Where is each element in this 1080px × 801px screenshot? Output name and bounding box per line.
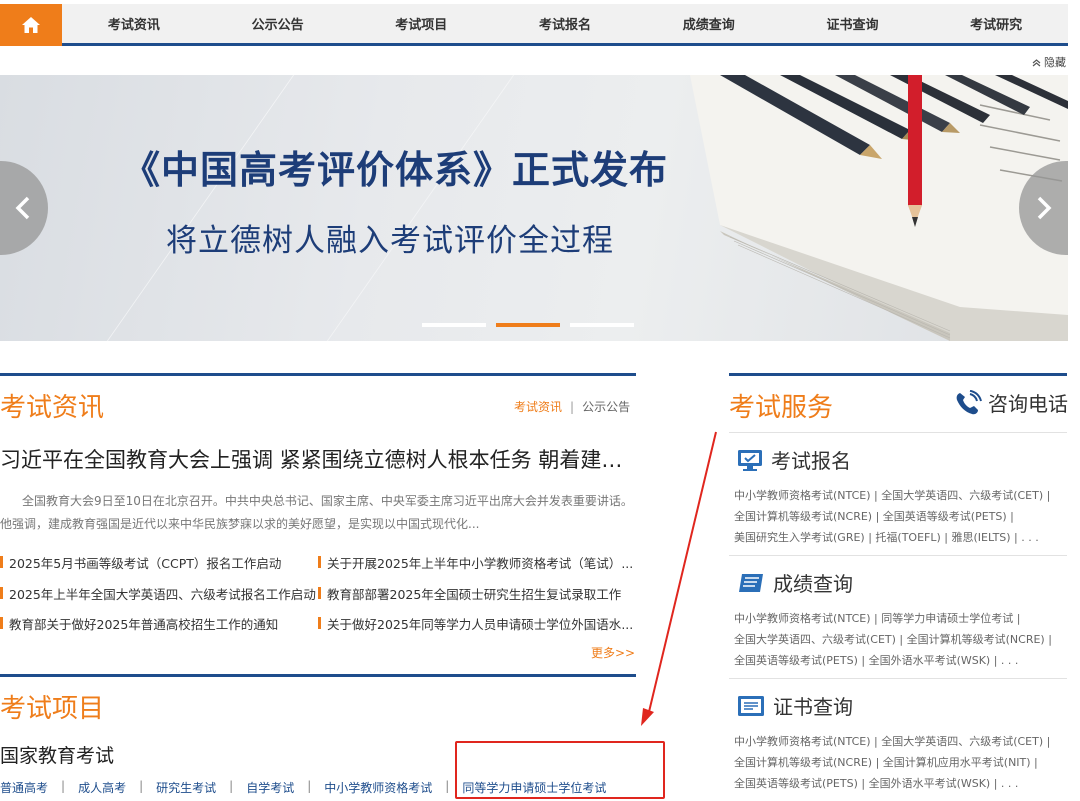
home-icon	[22, 17, 40, 33]
slide-dot-1[interactable]	[422, 323, 486, 327]
service-block-score-query: 成绩查询 中小学教师资格考试(NTCE) | 同等学力申请硕士学位考试 | 全国…	[729, 555, 1067, 677]
service-title: 考试报名	[771, 449, 851, 473]
chevron-left-icon	[15, 196, 30, 220]
news-item[interactable]: 教育部部署2025年全国硕士研究生招生复试录取工作	[318, 584, 621, 603]
top-nav: 考试资讯 公示公告 考试项目 考试报名 成绩查询 证书查询 考试研究	[0, 4, 1068, 46]
category-title: 国家教育考试	[0, 745, 115, 767]
certificate-icon	[738, 695, 764, 716]
banner-subtitle: 将立德树人融入考试评价全过程	[166, 223, 614, 259]
slide-dot-2[interactable]	[496, 323, 560, 327]
page: 考试资讯 公示公告 考试项目 考试报名 成绩查询 证书查询 考试研究 隐藏 《中…	[0, 0, 1080, 801]
service-block-registration: 考试报名 中小学教师资格考试(NTCE) | 全国大学英语四、六级考试(CET)…	[729, 432, 1067, 554]
tab-exam-news[interactable]: 考试资讯	[514, 400, 562, 414]
chevron-right-icon	[1037, 196, 1052, 220]
service-section-title: 考试服务	[729, 393, 834, 423]
nav-item-announcements[interactable]: 公示公告	[206, 4, 350, 43]
annotation-highlight-box	[455, 741, 665, 799]
link-self-study-exam[interactable]: 自学考试	[246, 779, 294, 796]
service-line[interactable]: 全国英语等级考试(PETS) | 全国外语水平考试(WSK) | . . .	[734, 650, 1064, 671]
monitor-icon	[738, 449, 762, 471]
hero-banner[interactable]: 《中国高考评价体系》正式发布 将立德树人融入考试评价全过程	[0, 75, 1068, 341]
projects-section-title: 考试项目	[0, 694, 105, 724]
more-link[interactable]: 更多>>	[591, 644, 635, 661]
service-line[interactable]: 中小学教师资格考试(NTCE) | 同等学力申请硕士学位考试 |	[734, 608, 1064, 629]
service-line[interactable]: 全国计算机等级考试(NCRE) | 全国计算机应用水平考试(NIT) |	[734, 752, 1064, 773]
home-button[interactable]	[0, 4, 62, 46]
news-section-title: 考试资讯	[0, 393, 105, 423]
chevron-up-icon	[1032, 58, 1041, 66]
service-title: 证书查询	[773, 695, 853, 719]
link-graduate-exam[interactable]: 研究生考试	[156, 779, 216, 796]
section-divider	[0, 373, 636, 376]
hide-label: 隐藏	[1044, 56, 1066, 69]
link-gaokao[interactable]: 普通高考	[0, 779, 48, 796]
phone-label: 咨询电话	[988, 392, 1068, 416]
service-links: 中小学教师资格考试(NTCE) | 全国大学英语四、六级考试(CET) | 全国…	[734, 485, 1064, 548]
news-summary: 全国教育大会9日至10日在北京召开。中共中央总书记、国家主席、中央军委主席习近平…	[0, 494, 633, 531]
section-divider	[0, 674, 636, 677]
hide-banner-link[interactable]: 隐藏	[1032, 54, 1066, 70]
news-headline[interactable]: 习近平在全国教育大会上强调 紧紧围绕立德树人根本任务 朝着建…	[0, 444, 622, 474]
service-links: 中小学教师资格考试(NTCE) | 同等学力申请硕士学位考试 | 全国大学英语四…	[734, 608, 1064, 671]
service-title: 成绩查询	[773, 572, 853, 596]
nav-item-score-query[interactable]: 成绩查询	[637, 4, 781, 43]
news-item[interactable]: 2025年上半年全国大学英语四、六级考试报名工作启动	[0, 584, 316, 603]
banner-title: 《中国高考评价体系》正式发布	[122, 148, 669, 192]
slide-indicators	[422, 323, 634, 327]
news-item[interactable]: 关于做好2025年同等学力人员申请硕士学位外国语水...	[318, 614, 633, 633]
nav-item-registration[interactable]: 考试报名	[493, 4, 637, 43]
service-line[interactable]: 美国研究生入学考试(GRE) | 托福(TOEFL) | 雅思(IELTS) |…	[734, 527, 1064, 548]
service-block-certificate-query: 证书查询 中小学教师资格考试(NTCE) | 全国大学英语四、六级考试(CET)…	[729, 678, 1067, 801]
nav-menu: 考试资讯 公示公告 考试项目 考试报名 成绩查询 证书查询 考试研究	[62, 4, 1068, 43]
nav-item-exam-research[interactable]: 考试研究	[924, 4, 1068, 43]
link-separator: |	[61, 779, 66, 793]
nav-item-exam-news[interactable]: 考试资讯	[62, 4, 206, 43]
nav-item-exam-projects[interactable]: 考试项目	[349, 4, 493, 43]
news-item[interactable]: 2025年5月书画等级考试（CCPT）报名工作启动	[0, 553, 281, 572]
service-line[interactable]: 全国大学英语四、六级考试(CET) | 全国计算机等级考试(NCRE) |	[734, 629, 1064, 650]
news-item[interactable]: 关于开展2025年上半年中小学教师资格考试（笔试）...	[318, 553, 633, 572]
tab-announcements[interactable]: 公示公告	[582, 400, 630, 414]
phone-icon	[956, 389, 982, 414]
slide-dot-3[interactable]	[570, 323, 634, 327]
link-separator: |	[229, 779, 234, 793]
service-line[interactable]: 全国计算机等级考试(NCRE) | 全国英语等级考试(PETS) |	[734, 506, 1064, 527]
service-line[interactable]: 全国英语等级考试(PETS) | 全国外语水平考试(WSK) | . . .	[734, 773, 1064, 794]
link-separator: |	[445, 779, 450, 793]
section-divider	[729, 373, 1067, 376]
banner-prev-button[interactable]	[0, 161, 48, 255]
consult-phone[interactable]: 咨询电话	[954, 388, 1068, 417]
service-line[interactable]: 中小学教师资格考试(NTCE) | 全国大学英语四、六级考试(CET) |	[734, 485, 1064, 506]
link-separator: |	[307, 779, 312, 793]
service-links: 中小学教师资格考试(NTCE) | 全国大学英语四、六级考试(CET) | 全国…	[734, 731, 1064, 794]
service-head[interactable]: 证书查询	[737, 691, 853, 720]
service-line[interactable]: 中小学教师资格考试(NTCE) | 全国大学英语四、六级考试(CET) |	[734, 731, 1064, 752]
link-teacher-qualification[interactable]: 中小学教师资格考试	[324, 779, 432, 796]
news-tabs: 考试资讯 | 公示公告	[514, 398, 630, 415]
link-adult-exam[interactable]: 成人高考	[78, 779, 126, 796]
book-pencil-illustration	[690, 75, 1068, 341]
service-head[interactable]: 成绩查询	[737, 568, 853, 597]
tab-separator: |	[570, 400, 575, 414]
nav-item-certificate-query[interactable]: 证书查询	[781, 4, 925, 43]
link-separator: |	[139, 779, 144, 793]
news-item[interactable]: 教育部关于做好2025年普通高校招生工作的通知	[0, 614, 278, 633]
service-head[interactable]: 考试报名	[737, 445, 851, 474]
document-icon	[739, 573, 763, 592]
